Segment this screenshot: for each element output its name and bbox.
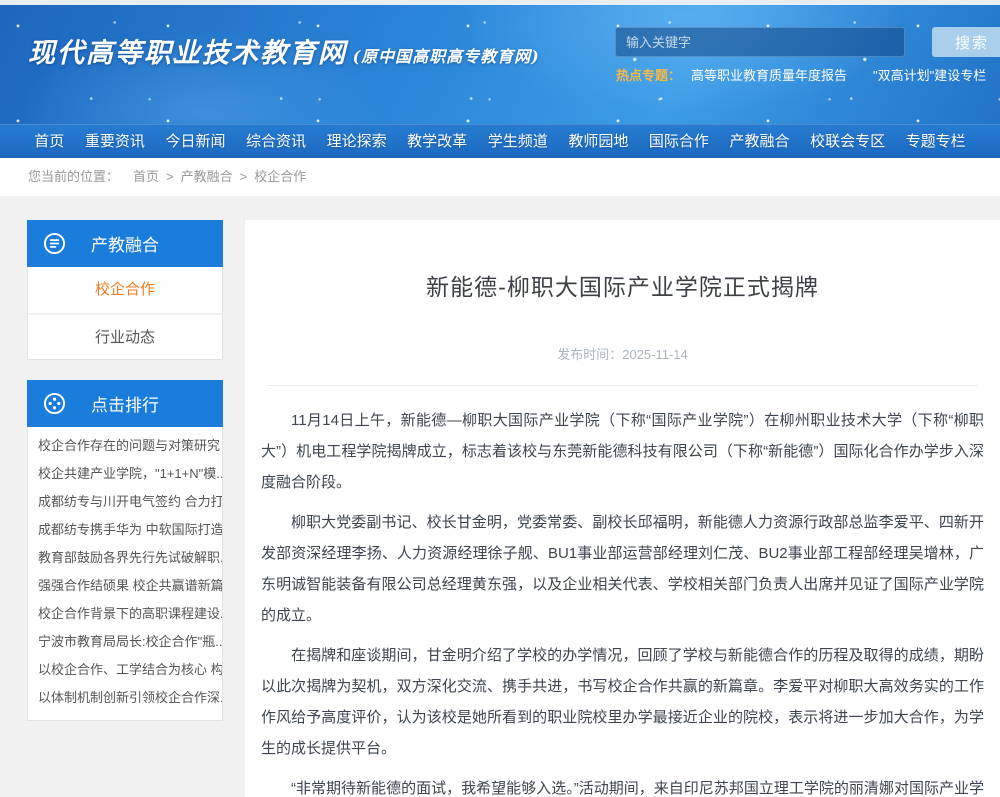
breadcrumb-link[interactable]: 首页 xyxy=(133,169,159,184)
article-paragraph: “非常期待新能德的面试，我希望能够入选。”活动期间，来自印尼苏邦国立理工学院的丽… xyxy=(261,773,984,797)
rank-list-item[interactable]: 校企合作存在的问题与对策研究 xyxy=(28,432,222,460)
publish-time-label: 发布时间： xyxy=(557,347,622,362)
rank-list-item[interactable]: 成都纺专与川开电气签约 合力打... xyxy=(28,488,222,516)
nav-item[interactable]: 产教融合 xyxy=(729,130,789,151)
nav-item[interactable]: 教学改革 xyxy=(407,130,467,151)
hot-topic-link[interactable]: "双高计划"建设专栏 xyxy=(873,68,986,83)
site-logo-sub: (原中国高职高专教育网) xyxy=(353,47,540,66)
nav-item[interactable]: 理论探索 xyxy=(327,130,387,151)
publish-time: 发布时间：2025-11-14 xyxy=(259,344,986,363)
sidebar-menu-item[interactable]: 行业动态 xyxy=(28,313,222,359)
article-panel: 新能德-柳职大国际产业学院正式揭牌 发布时间：2025-11-14 11月14日… xyxy=(245,220,1000,797)
article-paragraph: 柳职大党委副书记、校长甘金明，党委常委、副校长邱福明，新能德人力资源行政部总监李… xyxy=(261,507,984,631)
main-nav: 首页重要资讯今日新闻综合资讯理论探索教学改革学生频道教师园地国际合作产教融合校联… xyxy=(0,124,1000,158)
site-header: 现代高等职业技术教育网 (原中国高职高专教育网) 搜索 热点专题： 高等职业教育质… xyxy=(0,5,1000,124)
site-logo-main: 现代高等职业技术教育网 xyxy=(28,38,347,69)
nav-item[interactable]: 学生频道 xyxy=(488,130,548,151)
rank-list-item[interactable]: 校企共建产业学院，"1+1+N"模... xyxy=(28,460,222,488)
click-rank-icon xyxy=(43,392,66,415)
rank-list-item[interactable]: 以校企合作、工学结合为核心 构... xyxy=(28,656,222,684)
article-paragraph: 11月14日上午，新能德—柳职大国际产业学院（下称“国际产业学院”）在柳州职业技… xyxy=(261,405,984,498)
breadcrumb-link[interactable]: 产教融合 xyxy=(181,169,233,184)
search-button[interactable]: 搜索 xyxy=(932,27,1000,57)
breadcrumb-item: > 产教融合 xyxy=(159,169,233,184)
publish-time-value: 2025-11-14 xyxy=(622,347,688,362)
hot-topics-label: 热点专题： xyxy=(616,68,681,83)
article-body: 11月14日上午，新能德—柳职大国际产业学院（下称“国际产业学院”）在柳州职业技… xyxy=(259,386,986,797)
page-body: 产教融合 校企合作行业动态 xyxy=(0,196,1000,797)
nav-item[interactable]: 首页 xyxy=(34,130,64,151)
sidebar-category-header: 产教融合 xyxy=(27,220,223,267)
article-paragraph: 在揭牌和座谈期间，甘金明介绍了学校的办学情况，回顾了学校与新能德合作的历程及取得… xyxy=(261,640,984,764)
search-input[interactable] xyxy=(615,27,905,57)
sidebar-rank-header: 点击排行 xyxy=(27,380,223,427)
breadcrumb-item: 首页 xyxy=(119,169,159,184)
search-area: 搜索 xyxy=(615,27,1000,57)
rank-list-item[interactable]: 教育部鼓励各界先行先试破解职... xyxy=(28,544,222,572)
nav-item[interactable]: 国际合作 xyxy=(649,130,709,151)
breadcrumb: 您当前的位置： 首页 > 产教融合 > 校企合作 xyxy=(0,158,1000,196)
nav-item[interactable]: 专题专栏 xyxy=(906,130,966,151)
sidebar: 产教融合 校企合作行业动态 xyxy=(27,220,223,741)
sidebar-section-rank: 点击排行 校企合作存在的问题与对策研究校企共建产业学院，"1+1+N"模...成… xyxy=(27,380,223,721)
rank-list-item[interactable]: 宁波市教育局局长:校企合作"瓶... xyxy=(28,628,222,656)
nav-item[interactable]: 教师园地 xyxy=(568,130,628,151)
nav-item[interactable]: 今日新闻 xyxy=(165,130,225,151)
hot-topic-link[interactable]: 高等职业教育质量年度报告 xyxy=(691,68,847,83)
nav-item[interactable]: 综合资讯 xyxy=(246,130,306,151)
rank-list-item[interactable]: 以体制机制创新引领校企合作深... xyxy=(28,684,222,712)
hot-topics-row: 热点专题： 高等职业教育质量年度报告 "双高计划"建设专栏 xyxy=(616,65,986,84)
sidebar-menu-item[interactable]: 校企合作 xyxy=(28,267,222,313)
sidebar-section-category: 产教融合 校企合作行业动态 xyxy=(27,220,223,360)
sidebar-rank-title: 点击排行 xyxy=(91,391,159,416)
rank-list-item[interactable]: 强强合作结硕果 校企共赢谱新篇 xyxy=(28,572,222,600)
breadcrumb-link[interactable]: 校企合作 xyxy=(254,169,306,184)
breadcrumb-separator: > xyxy=(240,169,248,184)
rank-list-item[interactable]: 成都纺专携手华为 中软国际打造... xyxy=(28,516,222,544)
nav-item[interactable]: 重要资讯 xyxy=(85,130,145,151)
breadcrumb-label: 您当前的位置： xyxy=(28,169,119,184)
breadcrumb-item: > 校企合作 xyxy=(233,169,307,184)
rank-list-item[interactable]: 校企合作背景下的高职课程建设... xyxy=(28,600,222,628)
list-circle-icon xyxy=(43,232,66,255)
site-logo[interactable]: 现代高等职业技术教育网 (原中国高职高专教育网) xyxy=(28,31,540,70)
page: 现代高等职业技术教育网 (原中国高职高专教育网) 搜索 热点专题： 高等职业教育质… xyxy=(0,0,1000,797)
article-title: 新能德-柳职大国际产业学院正式揭牌 xyxy=(259,268,986,302)
breadcrumb-separator: > xyxy=(166,169,174,184)
nav-item[interactable]: 校联会专区 xyxy=(810,130,885,151)
sidebar-category-title: 产教融合 xyxy=(91,231,159,256)
